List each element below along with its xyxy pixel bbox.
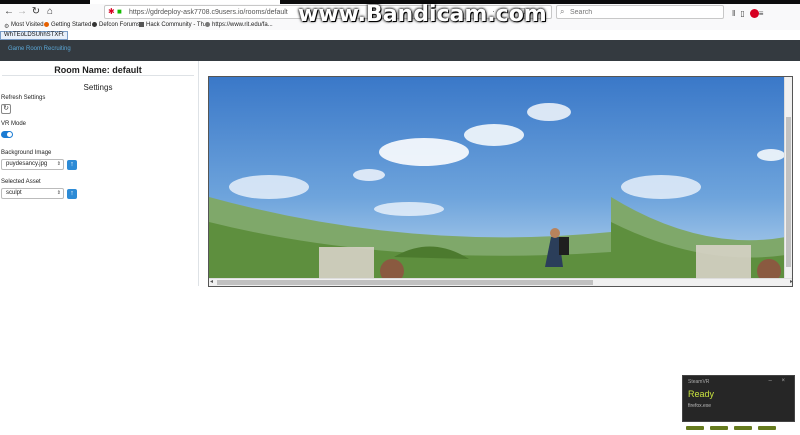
tooltip: WhTEoLDSUhhSTXFt <box>0 31 68 40</box>
menu-icon[interactable]: ≡ <box>759 9 769 18</box>
scrollbar-thumb[interactable] <box>786 117 791 267</box>
bookmark-most-visited[interactable]: ⚙ Most Visited <box>4 20 44 30</box>
panorama-image-repeat <box>611 77 786 278</box>
panorama-image <box>209 77 611 278</box>
upload-background-button[interactable]: ↑ <box>67 160 77 170</box>
background-image-value: puydesancy.jpg <box>6 161 48 167</box>
upload-icon: ↑ <box>70 161 74 168</box>
reload-icon[interactable]: ↻ <box>29 5 43 19</box>
search-icon: ⌕ <box>560 7 565 16</box>
scroll-right-icon[interactable]: ▸ <box>790 279 792 286</box>
toolbar-icons: ‖▯ ≡ <box>732 8 768 20</box>
vertical-scrollbar[interactable] <box>784 77 792 278</box>
app-brand-link[interactable]: Game Room Recruiting <box>8 46 71 52</box>
lock-icon[interactable]: ■ <box>117 7 127 17</box>
scroll-left-icon[interactable]: ◂ <box>210 279 213 286</box>
steamvr-status-widget: SteamVR – × Ready firefox.exe <box>682 375 795 430</box>
widget-app-name: firefox.exe <box>688 403 712 409</box>
background-image-select[interactable]: puydesancy.jpg ⇕ <box>1 159 64 170</box>
room-name-heading: Room Name: default <box>54 65 142 75</box>
search-input[interactable] <box>570 7 720 17</box>
forward-icon[interactable]: → <box>15 5 29 19</box>
upload-asset-button[interactable]: ↑ <box>67 189 77 199</box>
panorama-viewer[interactable]: ◂ ▸ <box>208 76 793 287</box>
refresh-icon: ↻ <box>3 105 9 112</box>
chevron-updown-icon: ⇕ <box>56 190 61 196</box>
background-image-label: Background Image <box>1 150 52 156</box>
settings-sidebar: Room Name: default Settings Refresh Sett… <box>0 61 199 286</box>
refresh-label: Refresh Settings <box>1 95 46 101</box>
settings-heading: Settings <box>83 83 113 92</box>
adblock-icon[interactable] <box>749 9 759 19</box>
home-icon[interactable]: ⌂ <box>43 5 57 19</box>
bookmark-getting-started[interactable]: Getting Started <box>44 20 91 30</box>
horizontal-scrollbar[interactable]: ◂ ▸ <box>209 278 792 286</box>
refresh-settings-button[interactable]: ↻ <box>1 104 11 114</box>
back-icon[interactable]: ← <box>2 5 16 19</box>
vr-mode-label: VR Mode <box>1 121 27 127</box>
toggle-knob <box>7 132 12 137</box>
bookmark-hack-community[interactable]: Hack Community - Th... <box>139 20 209 30</box>
divider <box>2 75 194 76</box>
app-navbar: Game Room Recruiting <box>0 40 800 61</box>
vr-mode-toggle[interactable] <box>1 131 13 138</box>
url-text[interactable]: https://gdrdeploy-ask7708.c9users.io/roo… <box>129 7 288 18</box>
scrollbar-thumb[interactable] <box>217 280 593 285</box>
search-bar[interactable]: ⌕ <box>556 5 724 19</box>
selected-asset-select[interactable]: sculpt ⇕ <box>1 188 64 199</box>
selected-asset-label: Selected Asset <box>1 179 41 185</box>
recorder-watermark: www.Bandicam.com <box>298 2 547 27</box>
widget-title: SteamVR <box>688 379 710 385</box>
widget-status: Ready <box>688 389 715 399</box>
selected-asset-value: sculpt <box>6 190 22 196</box>
bookmark-defcon-forums[interactable]: Defcon Forums <box>92 20 140 30</box>
widget-window-controls[interactable]: – × <box>768 378 789 384</box>
upload-icon: ↑ <box>70 190 74 197</box>
bookmark-rit[interactable]: https://www.rit.edu/fa... <box>205 20 273 30</box>
sidebar-icon[interactable]: ▯ <box>740 9 749 18</box>
chevron-updown-icon: ⇕ <box>56 161 61 167</box>
widget-device-bar <box>686 417 791 430</box>
